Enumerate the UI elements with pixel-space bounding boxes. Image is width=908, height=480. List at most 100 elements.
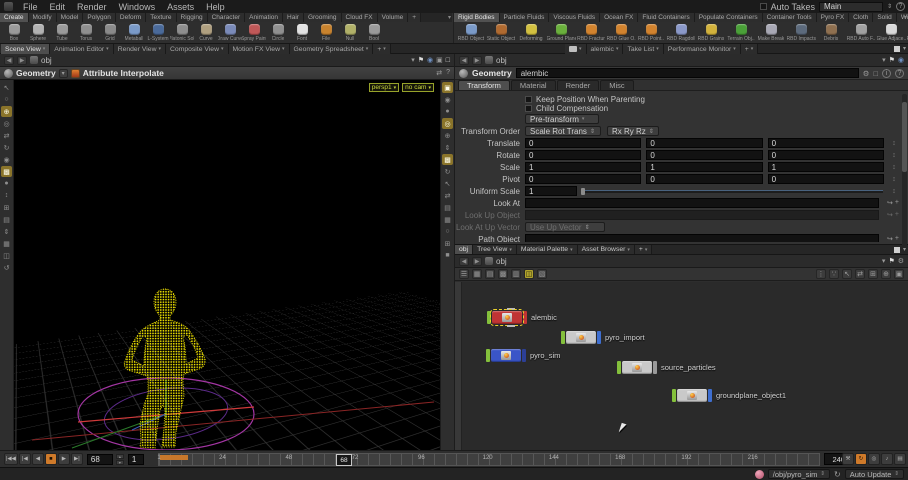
up-vector-select[interactable]: Use Up Vector⇕ xyxy=(525,222,605,232)
pin-icon[interactable]: ⚑ xyxy=(888,257,894,265)
shelf-tool[interactable]: RBD Fractur xyxy=(576,23,606,42)
menu-item[interactable]: Render xyxy=(71,0,113,13)
shelf-tab[interactable]: Pyro FX xyxy=(817,13,849,22)
camera-link-menu[interactable]: no cam▾ xyxy=(402,83,434,92)
node-render-flag[interactable] xyxy=(597,331,601,344)
frame-steppers[interactable]: ▴▾ xyxy=(116,454,124,465)
shelf-tab[interactable]: Deform xyxy=(116,13,146,22)
pane-tab[interactable]: +▾ xyxy=(635,245,653,254)
recook-icon[interactable]: ↻ xyxy=(834,470,841,479)
frame-increment-field[interactable]: 1 xyxy=(128,454,144,465)
timeline-ruler[interactable]: 68 124487296120144168192216 xyxy=(158,453,820,466)
pane-tab[interactable]: Scene View▾ xyxy=(1,44,50,54)
param-tab[interactable]: Render xyxy=(557,80,600,90)
audio-button[interactable]: ♪ xyxy=(881,453,893,465)
forward-icon[interactable]: ▶ xyxy=(472,257,482,266)
shelf-tool[interactable]: RBD Ragdoll xyxy=(666,23,696,42)
shelf-tab[interactable]: Populate Containers xyxy=(695,13,763,22)
node-render-flag[interactable] xyxy=(708,389,712,402)
shelf-tool[interactable]: L-System xyxy=(146,23,170,42)
forward-icon[interactable]: ▶ xyxy=(17,56,27,65)
light-point-icon[interactable]: ⊕ xyxy=(442,130,453,141)
jump-start-button[interactable]: |◀◀ xyxy=(4,453,18,465)
shelf-tab[interactable]: Viscous Fluids xyxy=(549,13,600,22)
rotate-x-field[interactable]: 0 xyxy=(525,150,641,160)
shelf-tab[interactable]: Modify xyxy=(29,13,57,22)
pre-transform-button[interactable]: Pre-transform▾ xyxy=(525,114,599,124)
palette-icon[interactable]: ▥ xyxy=(511,269,521,279)
update-mode-selector[interactable]: Auto Update ⇕ xyxy=(845,469,904,479)
shelf-tab[interactable]: Rigid Bodies xyxy=(454,13,500,22)
rotate-order-select[interactable]: Rx Ry Rz⇕ xyxy=(607,126,659,136)
frame-all-icon[interactable]: ▣ xyxy=(894,269,904,279)
shelf-tool[interactable]: RBD Grains xyxy=(696,23,726,42)
realtime-toggle-button[interactable]: ◎ xyxy=(868,453,880,465)
stop-button[interactable]: ■ xyxy=(45,453,57,465)
gear-icon[interactable]: ⚙ xyxy=(898,257,904,265)
playbar-options-button[interactable]: ⚒ xyxy=(842,453,854,465)
viewport-object-selector[interactable]: Geometry xyxy=(16,68,56,78)
shelf-tool[interactable]: File xyxy=(314,23,338,42)
display-flags-icon[interactable]: ▦ xyxy=(472,269,482,279)
take-selector[interactable]: Main xyxy=(819,2,883,12)
scale-y-field[interactable]: 1 xyxy=(646,162,762,172)
keep-position-checkbox[interactable] xyxy=(525,96,532,103)
names-icon[interactable]: ▩ xyxy=(498,269,508,279)
shelf-tab[interactable]: Polygon xyxy=(83,13,116,22)
node-display-flag[interactable] xyxy=(617,361,621,374)
display-grid-icon[interactable]: ▤ xyxy=(442,202,453,213)
timeline-playhead[interactable]: 68 xyxy=(336,454,352,466)
display-wire-icon[interactable]: ⇄ xyxy=(442,190,453,201)
select-tool-icon[interactable]: ↖ xyxy=(1,82,12,93)
op-pick-icon[interactable]: ↪ xyxy=(887,235,893,242)
prev-keyframe-button[interactable]: |◀ xyxy=(19,453,31,465)
path-dropdown-icon[interactable]: ▾ xyxy=(411,56,415,64)
node-render-flag[interactable] xyxy=(523,311,527,324)
rotate-tool-icon[interactable]: ◎ xyxy=(1,118,12,129)
shelf-tool[interactable]: Sphere xyxy=(26,23,50,42)
node-display-flag[interactable] xyxy=(487,311,491,324)
op-jump-icon[interactable]: + xyxy=(895,199,899,207)
info-icon[interactable]: i xyxy=(882,69,891,78)
node-render-flag[interactable] xyxy=(522,349,526,362)
shelf-tool[interactable]: RBD Impacts xyxy=(786,23,816,42)
node-name-field[interactable]: alembic xyxy=(516,68,859,78)
shelf-tab[interactable]: Texture xyxy=(146,13,176,22)
gear-icon[interactable]: ⚙ xyxy=(863,69,870,78)
network-node[interactable]: alembic xyxy=(487,311,557,324)
display-normals-icon[interactable]: ↻ xyxy=(442,166,453,177)
network-node[interactable]: source_particles xyxy=(617,361,716,374)
current-frame-field[interactable]: 68 xyxy=(87,454,113,465)
shelf-tool[interactable]: Grid xyxy=(98,23,122,42)
shelf-tool[interactable]: RBD Object xyxy=(456,23,486,42)
light-spot-icon[interactable]: ⇕ xyxy=(442,142,453,153)
shelf-tool[interactable]: Tube xyxy=(50,23,74,42)
op-jump-icon[interactable]: + xyxy=(895,235,899,242)
shelf-tool[interactable]: Bool xyxy=(362,23,386,42)
pane-tab[interactable]: Tree View▾ xyxy=(473,245,517,254)
uniform-scale-slider[interactable] xyxy=(581,187,883,196)
shelf-tool[interactable]: Draw Curve xyxy=(218,23,242,42)
pane-tab[interactable]: Composite View▾ xyxy=(166,44,229,54)
param-tab[interactable]: Misc xyxy=(600,80,633,90)
grid-snap-icon[interactable]: ⊞ xyxy=(868,269,878,279)
shelf-tab[interactable]: + xyxy=(408,13,421,22)
pane-tab[interactable]: Animation Editor▾ xyxy=(50,44,113,54)
node-render-flag[interactable] xyxy=(653,361,657,374)
shelf-tool[interactable]: Font xyxy=(290,23,314,42)
node-display-flag[interactable] xyxy=(561,331,565,344)
look-up-object-field[interactable] xyxy=(525,210,879,220)
menu-item[interactable]: Assets xyxy=(161,0,200,13)
pane-tab[interactable]: alembic▾ xyxy=(587,44,624,54)
shelf-tab[interactable]: Cloth xyxy=(849,13,873,22)
menu-item[interactable]: Edit xyxy=(44,0,72,13)
pin-icon[interactable]: ⚑ xyxy=(889,56,895,64)
shelf-tool[interactable]: Torus xyxy=(74,23,98,42)
display-points-icon[interactable]: ↖ xyxy=(442,178,453,189)
translate-z-field[interactable]: 0 xyxy=(768,138,884,148)
snap-edge-icon[interactable]: ⇕ xyxy=(1,226,12,237)
back-icon[interactable]: ◀ xyxy=(4,56,14,65)
node-display-flag[interactable] xyxy=(486,349,490,362)
network-node[interactable]: pyro_sim xyxy=(486,349,560,362)
pose-tool-icon[interactable]: ↻ xyxy=(1,142,12,153)
